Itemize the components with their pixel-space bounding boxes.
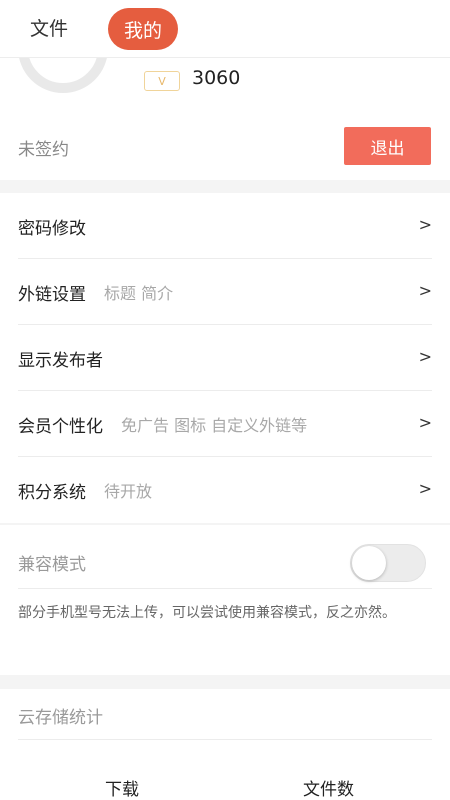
file-count-stat-label: 文件数 [303, 780, 354, 800]
sign-row: 未签约 退出 [0, 116, 450, 180]
score-value: 3060 [192, 67, 241, 89]
sign-status: 未签约 [18, 140, 69, 160]
compat-label: 兼容模式 [18, 555, 86, 575]
menu-item-title: 外链设置 [18, 284, 86, 305]
chevron-right-icon: > [418, 215, 432, 234]
menu-item-subtitle: 免广告 图标 自定义外链等 [121, 416, 308, 435]
cloud-divider [18, 739, 432, 740]
tab-mine[interactable]: 我的 [108, 8, 178, 50]
compat-divider [18, 588, 432, 589]
menu-item-title: 积分系统 [18, 482, 86, 503]
cloud-storage-title: 云存储统计 [18, 708, 103, 728]
menu-item-external-link[interactable]: 外链设置 标题 简介 > [0, 259, 450, 325]
top-tab-bar: 文件 我的 [0, 0, 450, 58]
compat-section: 兼容模式 部分手机型号无法上传，可以尝试使用兼容模式，反之亦然。 [0, 525, 450, 675]
menu-item-password[interactable]: 密码修改 > [0, 193, 450, 259]
vip-badge: V [144, 71, 180, 91]
toggle-knob [352, 546, 386, 580]
app-screen: 文件 我的 V 3060 未签约 退出 密码修改 > 外链设置 标题 简介 > … [0, 0, 450, 800]
compat-toggle[interactable] [350, 544, 426, 582]
chevron-right-icon: > [418, 413, 432, 432]
menu-item-title: 显示发布者 [18, 350, 103, 371]
profile-section: V 3060 [0, 58, 450, 116]
download-stat-label: 下载 [105, 780, 139, 800]
menu-item-title: 会员个性化 [18, 416, 103, 437]
menu-item-subtitle: 标题 简介 [104, 284, 174, 303]
chevron-right-icon: > [418, 347, 432, 366]
avatar[interactable] [18, 58, 108, 93]
logout-button[interactable]: 退出 [344, 127, 431, 165]
compat-description: 部分手机型号无法上传，可以尝试使用兼容模式，反之亦然。 [18, 605, 396, 621]
menu-item-title: 密码修改 [18, 218, 86, 239]
section-gap-top [0, 180, 450, 193]
chevron-right-icon: > [418, 479, 432, 498]
settings-menu: 密码修改 > 外链设置 标题 简介 > 显示发布者 > 会员个性化 免广告 图标… [0, 193, 450, 523]
menu-item-subtitle: 待开放 [104, 482, 153, 501]
tab-file[interactable]: 文件 [30, 14, 68, 41]
menu-item-member-personalization[interactable]: 会员个性化 免广告 图标 自定义外链等 > [0, 391, 450, 457]
menu-item-show-publisher[interactable]: 显示发布者 > [0, 325, 450, 391]
menu-item-points-system[interactable]: 积分系统 待开放 > [0, 457, 450, 523]
cloud-storage-section: 云存储统计 下载 文件数 [0, 689, 450, 800]
section-gap-bottom [0, 675, 450, 689]
chevron-right-icon: > [418, 281, 432, 300]
